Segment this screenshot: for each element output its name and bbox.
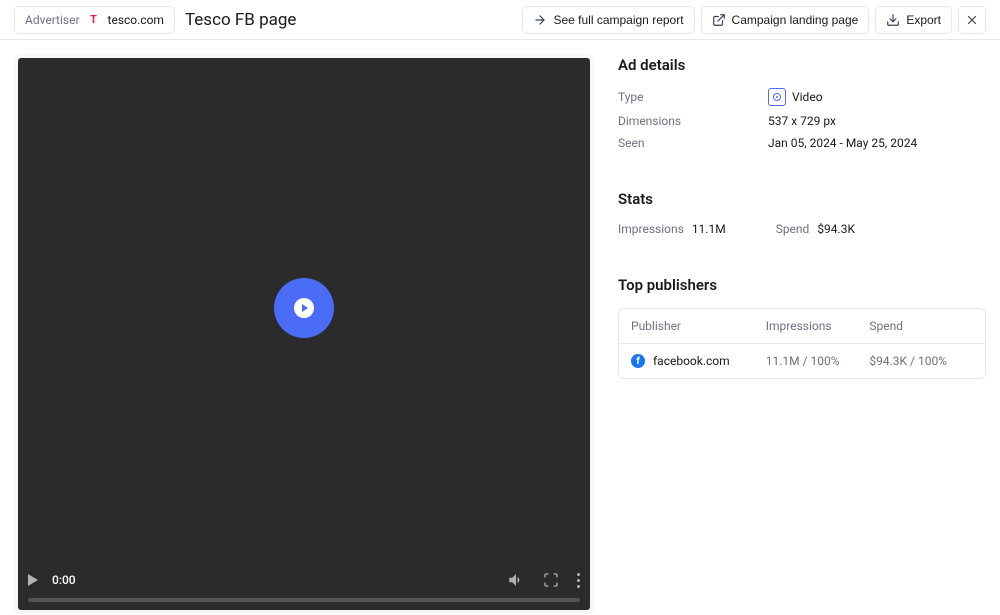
advertiser-label: Advertiser (25, 13, 80, 27)
detail-value: Jan 05, 2024 - May 25, 2024 (768, 136, 917, 150)
col-spend-header: Spend (869, 319, 973, 333)
stat-spend: Spend $94.3K (776, 222, 855, 236)
export-button[interactable]: Export (875, 6, 952, 34)
video-area[interactable] (18, 58, 590, 558)
publishers-section: Top publishers Publisher Impressions Spe… (618, 276, 986, 379)
progress-bar[interactable] (28, 598, 580, 602)
volume-button[interactable] (507, 571, 525, 589)
campaign-landing-page-button[interactable]: Campaign landing page (701, 6, 870, 34)
stats-section: Stats Impressions 11.1M Spend $94.3K (618, 190, 986, 236)
detail-row-seen: Seen Jan 05, 2024 - May 25, 2024 (618, 136, 986, 150)
more-vertical-icon (577, 573, 580, 588)
stat-label: Impressions (618, 222, 684, 236)
stats-row: Impressions 11.1M Spend $94.3K (618, 222, 986, 236)
current-time: 0:00 (52, 573, 76, 587)
detail-value: Video (768, 88, 823, 106)
play-icon (28, 574, 38, 586)
detail-value: 537 x 729 px (768, 114, 836, 128)
download-icon (886, 13, 900, 27)
detail-row-dimensions: Dimensions 537 x 729 px (618, 114, 986, 128)
more-options-button[interactable] (577, 573, 580, 588)
detail-label: Type (618, 90, 768, 104)
play-icon (294, 298, 314, 318)
impressions-cell: 11.1M / 100% (766, 354, 870, 368)
page-title: Tesco FB page (185, 10, 296, 30)
fullscreen-icon (543, 572, 559, 588)
publishers-title: Top publishers (618, 276, 986, 294)
video-controls: 0:00 (18, 558, 590, 610)
video-panel: 0:00 (14, 54, 594, 614)
fullscreen-button[interactable] (543, 572, 559, 588)
advertiser-chip[interactable]: Advertiser T tesco.com (14, 6, 175, 34)
facebook-icon: f (631, 354, 645, 368)
button-label: Export (906, 13, 941, 27)
advertiser-domain: tesco.com (108, 13, 164, 27)
type-text: Video (792, 90, 823, 104)
external-link-icon (712, 13, 726, 27)
col-publisher-header: Publisher (631, 319, 766, 333)
col-impressions-header: Impressions (766, 319, 870, 333)
publisher-cell: f facebook.com (631, 354, 766, 368)
ad-details-title: Ad details (618, 56, 986, 74)
stats-title: Stats (618, 190, 986, 208)
close-button[interactable] (958, 6, 986, 34)
content: 0:00 (0, 40, 1000, 615)
detail-row-type: Type Video (618, 88, 986, 106)
stat-impressions: Impressions 11.1M (618, 222, 726, 236)
stat-value: $94.3K (817, 222, 855, 236)
close-icon (965, 13, 979, 27)
video-type-icon (768, 88, 786, 106)
detail-label: Dimensions (618, 114, 768, 128)
stat-value: 11.1M (692, 222, 726, 236)
button-label: Campaign landing page (732, 13, 859, 27)
table-header: Publisher Impressions Spend (619, 309, 985, 343)
see-full-campaign-report-button[interactable]: See full campaign report (522, 6, 694, 34)
header-right: See full campaign report Campaign landin… (522, 6, 986, 34)
play-button[interactable] (274, 278, 334, 338)
volume-icon (507, 571, 525, 589)
arrow-right-icon (533, 13, 547, 27)
stat-label: Spend (776, 222, 810, 236)
publisher-name: facebook.com (653, 354, 730, 368)
table-row[interactable]: f facebook.com 11.1M / 100% $94.3K / 100… (619, 343, 985, 378)
detail-label: Seen (618, 136, 768, 150)
button-label: See full campaign report (553, 13, 683, 27)
header: Advertiser T tesco.com Tesco FB page See… (0, 0, 1000, 40)
publishers-table: Publisher Impressions Spend f facebook.c… (618, 308, 986, 379)
details-panel: Ad details Type Video Dimensions 537 x 7… (618, 54, 986, 601)
tesco-logo-icon: T (86, 12, 102, 28)
spend-cell: $94.3K / 100% (869, 354, 973, 368)
header-left: Advertiser T tesco.com Tesco FB page (14, 6, 296, 34)
play-control-button[interactable] (28, 574, 38, 586)
